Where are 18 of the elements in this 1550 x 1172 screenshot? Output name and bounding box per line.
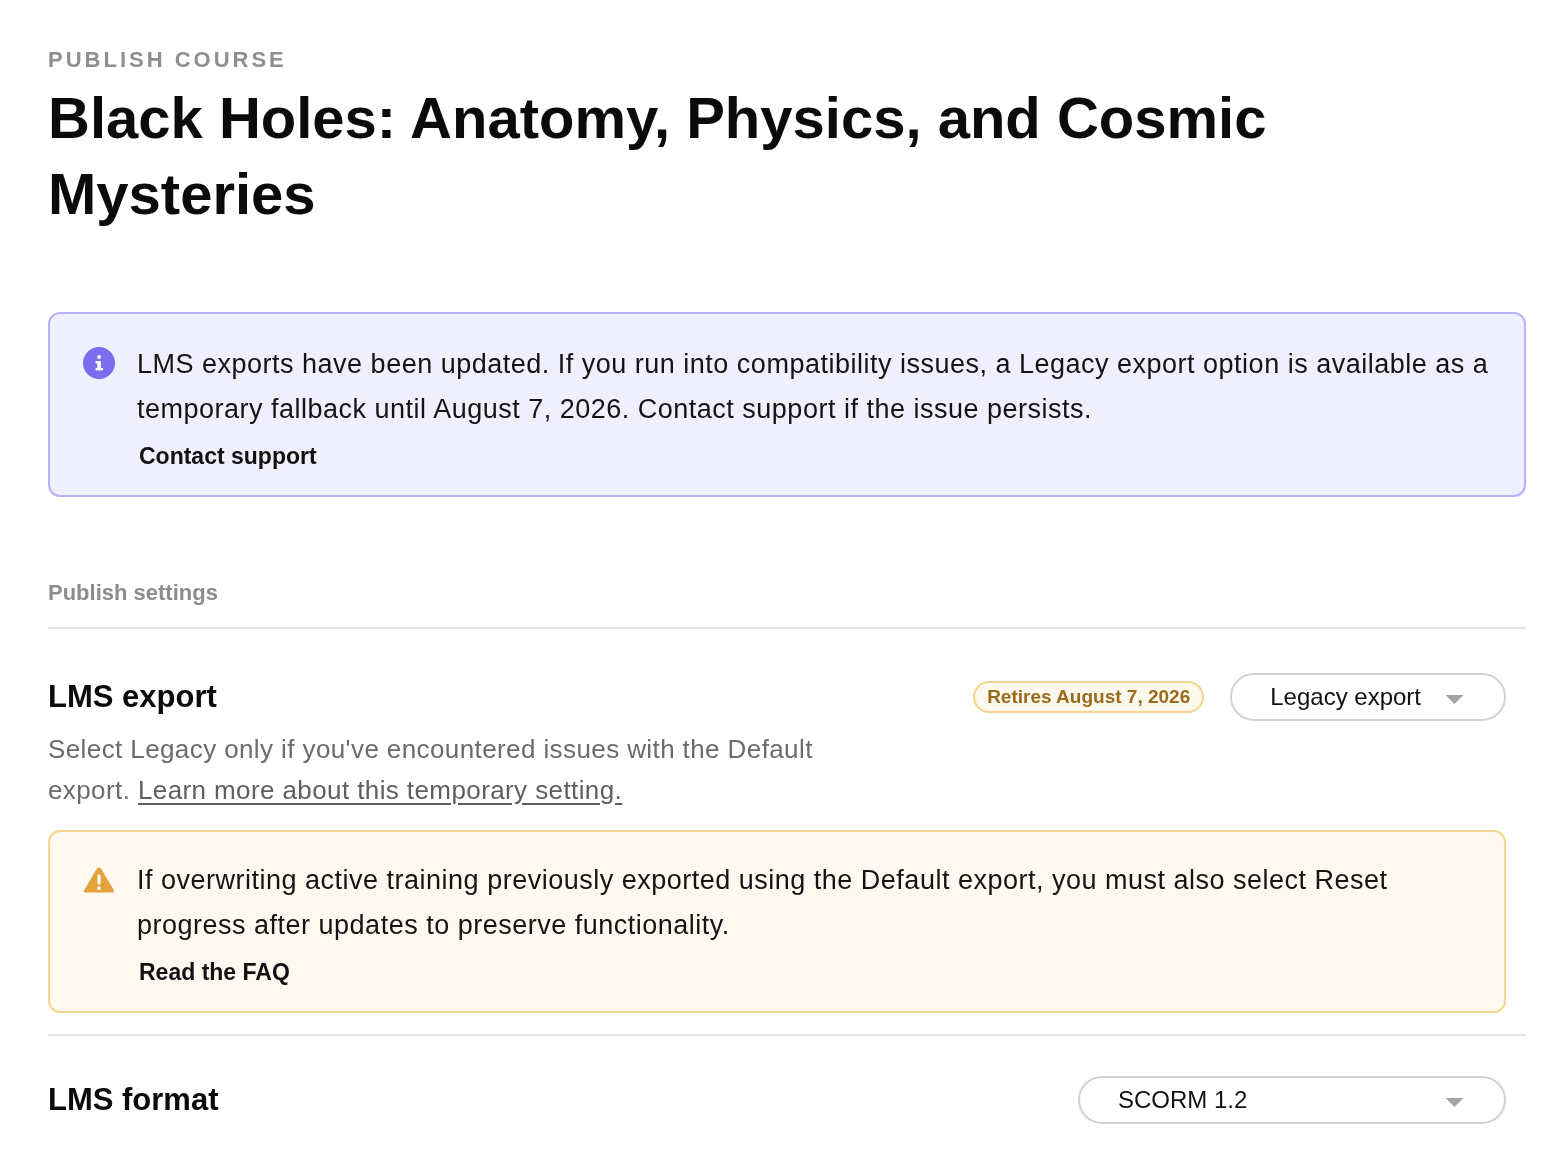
learn-more-link[interactable]: Learn more about this temporary setting. <box>137 775 623 805</box>
caret-icon <box>1445 1097 1464 1107</box>
dropdown[interactable]: SCORM 1.2 <box>1078 1076 1506 1124</box>
setting-description: Select Legacy only if you've encountered issues with the Default export. Learn more about this temporary setting. <box>48 733 814 807</box>
info-icon <box>83 347 115 379</box>
banner-link[interactable]: Contact support <box>139 441 317 471</box>
setting-title: LMS format <box>48 1081 219 1119</box>
page-title: Black Holes: Anatomy, Physics, and Cosmic Mysteries <box>48 84 1268 228</box>
warning-icon <box>83 866 115 894</box>
banner-message: LMS exports have been updated. If you run into compatibility issues, a Legacy export option is available as a temporary fallback until August 7, 2026. Contact support if the issue persists. <box>137 348 1490 426</box>
dropdown[interactable]: Legacy export <box>1230 673 1506 721</box>
caret-icon <box>1445 694 1464 704</box>
banner-link[interactable]: Read the FAQ <box>139 957 290 987</box>
banner-message: If overwriting active training previously exported using the Default export, you must also select Reset progress after updates to preserve functionality. <box>137 864 1389 942</box>
section-heading: Publish settings <box>48 578 1526 629</box>
eyebrow-label: PUBLISH COURSE <box>48 46 288 74</box>
setting-title: LMS export <box>48 678 217 716</box>
date-badge: Retires August 7, 2026 <box>973 681 1205 713</box>
